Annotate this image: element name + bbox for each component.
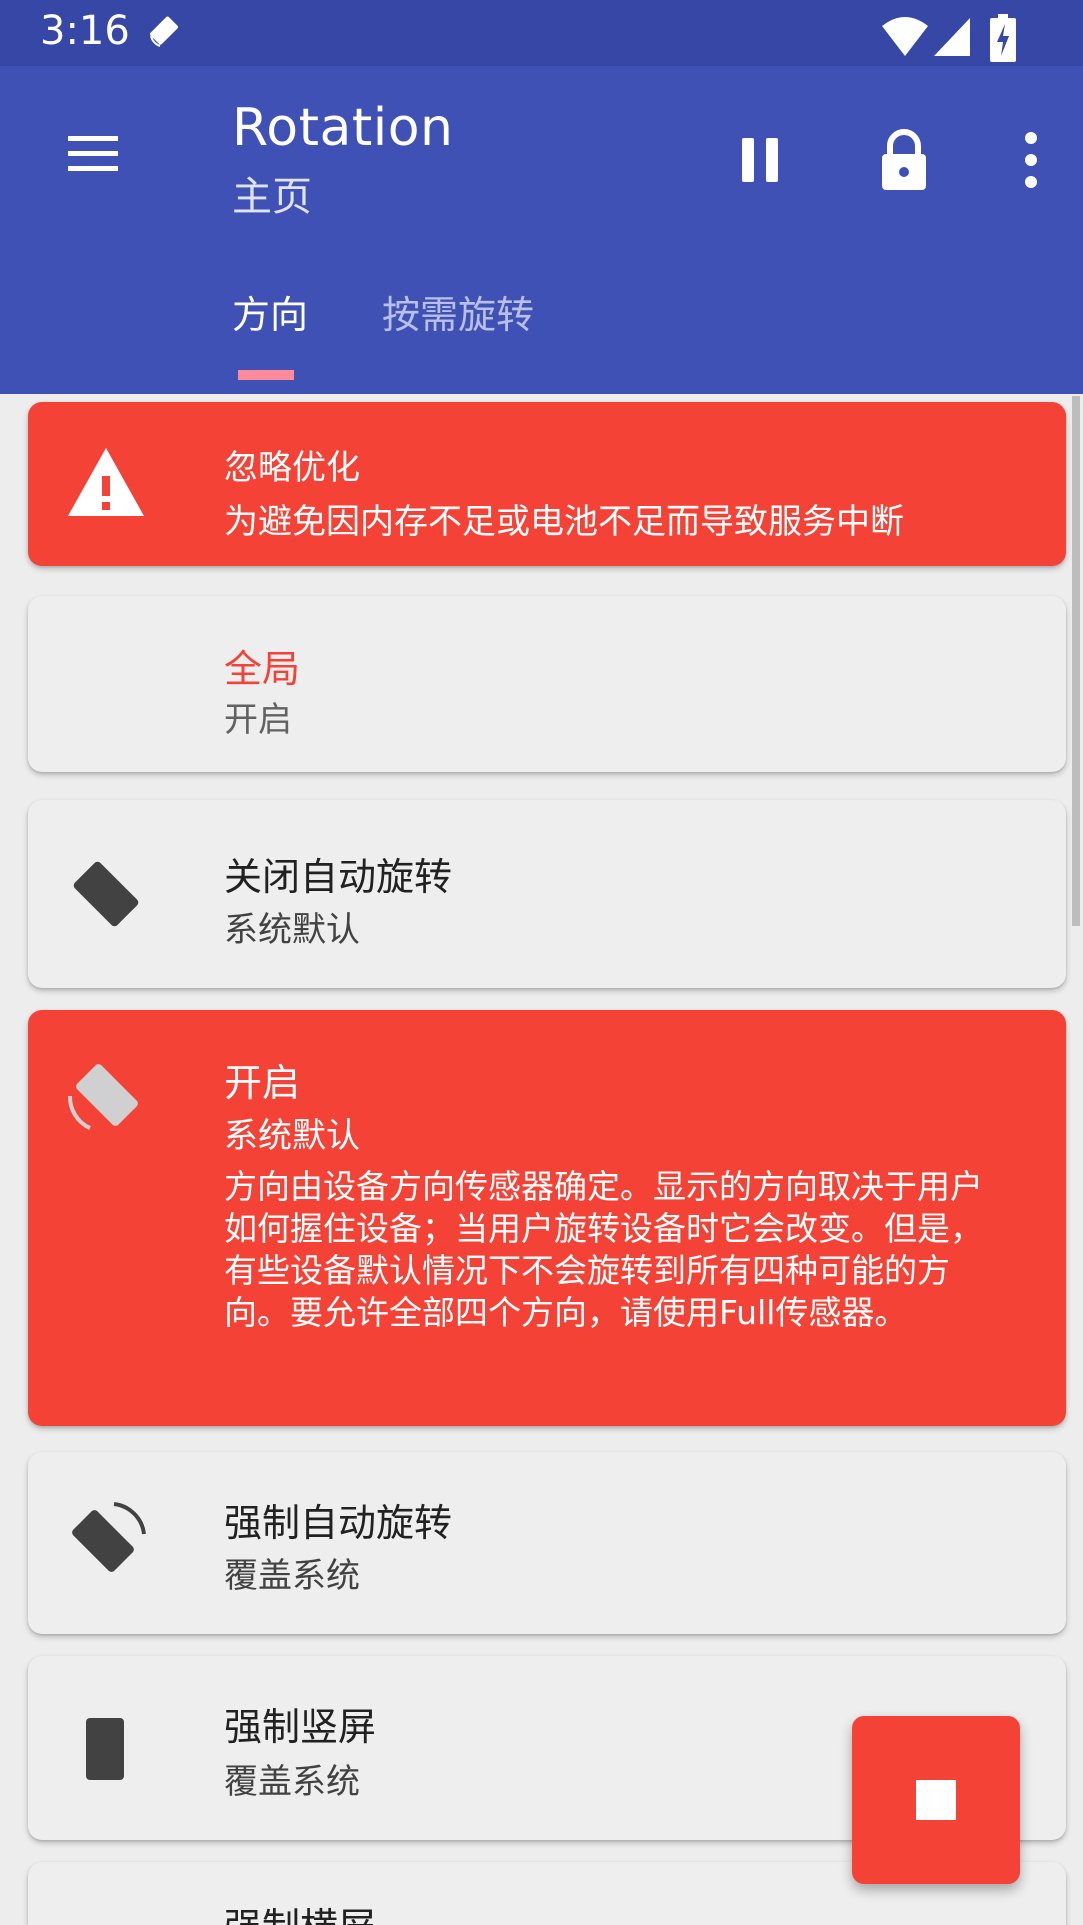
card-title: 强制自动旋转: [224, 1501, 453, 1545]
auto-rotate-off-card[interactable]: 关闭自动旋转 系统默认: [28, 800, 1066, 988]
app-title: Rotation: [232, 98, 454, 158]
wifi-icon: [882, 17, 928, 56]
app-screen: 3:16 Rotation 主页 方向 按需旋转 忽略优化 为避免因内存不足或电…: [0, 0, 1083, 1925]
status-time: 3:16: [40, 8, 130, 54]
card-title: 全局: [224, 647, 301, 691]
auto-rotate-on-card[interactable]: 开启 系统默认 方向由设备方向传感器确定。显示的方向取决于用户如何握住设备；当用…: [28, 1010, 1066, 1426]
scrollbar[interactable]: [1072, 396, 1080, 926]
phone-portrait-icon: [86, 1718, 124, 1780]
more-vert-icon[interactable]: [1014, 128, 1048, 192]
status-bar: 3:16: [0, 0, 1083, 66]
global-card[interactable]: 全局 开启: [28, 596, 1066, 772]
card-subtitle: 开启: [224, 700, 292, 740]
card-title: 开启: [224, 1061, 301, 1105]
card-title: 强制横屏: [224, 1896, 376, 1925]
card-subtitle: 覆盖系统: [224, 1556, 360, 1596]
pause-icon[interactable]: [734, 130, 786, 190]
stop-icon: [916, 1780, 956, 1820]
card-title: 忽略优化: [224, 448, 360, 488]
app-subtitle: 主页: [232, 174, 312, 220]
screen-rotation-off-icon: [73, 861, 139, 927]
card-title: 强制竖屏: [224, 1705, 377, 1749]
card-description: 方向由设备方向传感器确定。显示的方向取决于用户如何握住设备；当用户旋转设备时它会…: [224, 1167, 983, 1332]
lock-icon[interactable]: [876, 126, 932, 194]
app-bar: Rotation 主页 方向 按需旋转: [0, 66, 1083, 394]
warning-triangle-icon: [68, 448, 144, 516]
cell-signal-icon: [934, 18, 970, 56]
screen-rotation-force-icon: [72, 1502, 146, 1572]
ignore-optimization-card[interactable]: 忽略优化 为避免因内存不足或电池不足而导致服务中断: [28, 402, 1066, 566]
card-subtitle: 覆盖系统: [224, 1762, 360, 1802]
tab-orientation[interactable]: 方向: [232, 284, 308, 339]
screen-rotation-icon: [67, 1064, 138, 1130]
card-subtitle: 为避免因内存不足或电池不足而导致服务中断: [224, 502, 904, 542]
battery-charging-icon: [990, 14, 1016, 62]
card-title: 关闭自动旋转: [224, 855, 453, 899]
stop-service-fab[interactable]: [852, 1716, 1020, 1884]
rotation-app-icon: [149, 16, 179, 47]
tab-on-demand-rotation[interactable]: 按需旋转: [382, 284, 534, 339]
force-auto-rotate-card[interactable]: 强制自动旋转 覆盖系统: [28, 1452, 1066, 1634]
card-subtitle: 系统默认: [224, 1116, 360, 1156]
tab-indicator: [238, 370, 294, 380]
card-subtitle: 系统默认: [224, 910, 360, 950]
hamburger-menu-icon[interactable]: [60, 120, 126, 186]
